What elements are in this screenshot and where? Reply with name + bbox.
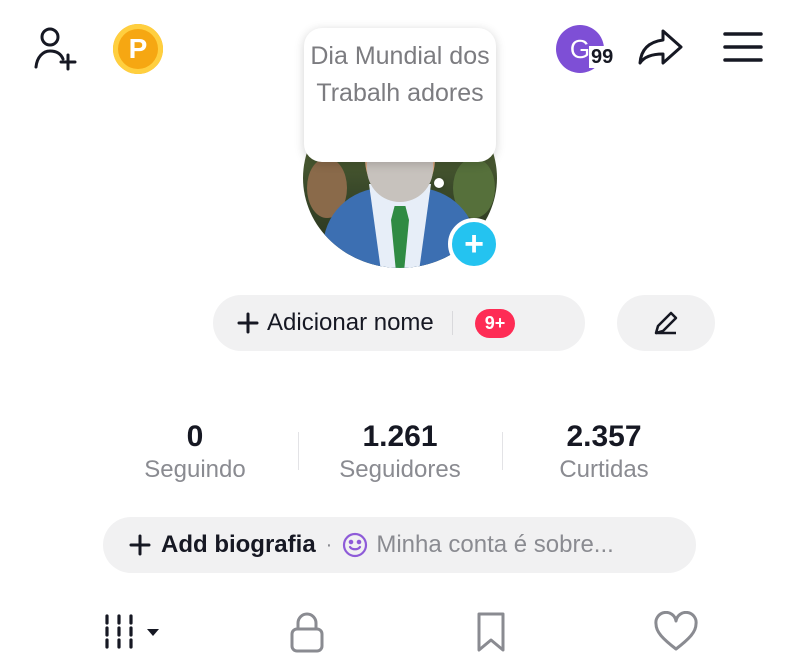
- stat-divider: [502, 432, 503, 470]
- stat-label: Seguindo: [144, 456, 246, 483]
- tab-saved[interactable]: [466, 608, 516, 656]
- stat-divider: [298, 432, 299, 470]
- stat-value: 1.261: [362, 420, 438, 453]
- stat-value: 0: [186, 420, 204, 453]
- plus-icon: +: [464, 225, 484, 263]
- coin-icon[interactable]: P: [113, 24, 163, 74]
- note-bubble-tail: [434, 178, 444, 188]
- tab-videos[interactable]: [100, 608, 164, 656]
- notification-badge: 9+: [474, 308, 516, 338]
- pencil-icon: [654, 311, 678, 335]
- add-friend-icon[interactable]: [30, 24, 84, 72]
- plus-icon: [237, 312, 259, 334]
- stat-label: Seguidores: [339, 456, 461, 483]
- note-text: Dia Mundial dos Trabalh adores: [310, 42, 490, 107]
- stat-label: Curtidas: [559, 456, 649, 483]
- add-name-button[interactable]: Adicionar nome 9+: [213, 295, 585, 351]
- account-initial: G: [569, 33, 591, 64]
- plus-icon: [129, 534, 151, 556]
- share-icon[interactable]: [636, 24, 686, 70]
- stat-likes[interactable]: 2.357 Curtidas: [514, 420, 694, 486]
- notification-count: 99: [589, 46, 616, 68]
- add-bio-label: Add biografia: [161, 531, 316, 558]
- tab-private[interactable]: [282, 608, 332, 656]
- add-photo-button[interactable]: +: [448, 218, 500, 270]
- add-name-label: Adicionar nome: [267, 309, 434, 336]
- stat-following[interactable]: 0 Seguindo: [105, 420, 285, 486]
- coin-letter: P: [128, 33, 148, 64]
- smiley-icon: [343, 532, 368, 558]
- menu-icon[interactable]: [720, 28, 766, 66]
- bio-placeholder: Minha conta é sobre...: [376, 531, 614, 558]
- stat-value: 2.357: [566, 420, 642, 453]
- add-bio-button[interactable]: Add biografia · Minha conta é sobre...: [103, 517, 696, 573]
- heart-icon: [654, 611, 698, 651]
- divider: [451, 311, 453, 335]
- grid-icon: [105, 614, 159, 649]
- tab-liked[interactable]: [648, 608, 704, 656]
- lock-icon: [290, 612, 324, 653]
- note-bubble[interactable]: Dia Mundial dos Trabalh adores: [304, 28, 496, 162]
- edit-profile-button[interactable]: [617, 295, 715, 351]
- stat-followers[interactable]: 1.261 Seguidores: [310, 420, 490, 486]
- bookmark-icon: [477, 612, 505, 652]
- bio-separator: ·: [325, 533, 333, 556]
